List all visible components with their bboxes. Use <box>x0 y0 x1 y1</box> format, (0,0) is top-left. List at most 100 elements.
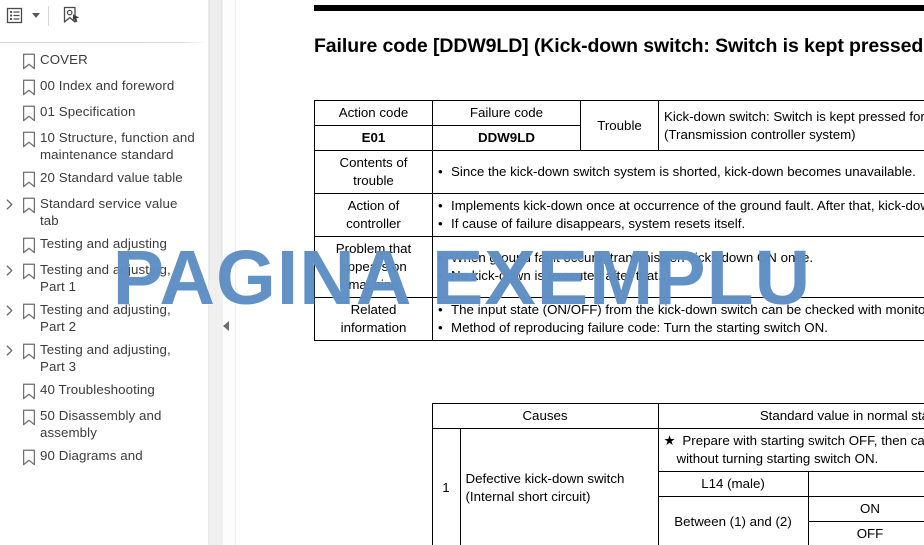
bookmark-glyph <box>22 409 36 426</box>
note-line-2: without turning starting switch ON. <box>676 451 879 466</box>
causes-and-standard-value-table: Causes Standard value in normal state/Re… <box>314 403 924 545</box>
bookmark-icon <box>18 103 40 122</box>
bookmark-item-7[interactable]: Testing and adjusting, Part 1 <box>0 258 208 298</box>
page-header-rule <box>314 5 924 11</box>
bookmark-icon <box>18 51 40 70</box>
bookmark-glyph <box>22 105 36 122</box>
bookmark-item-8[interactable]: Testing and adjusting, Part 2 <box>0 298 208 338</box>
related-bullet-1: The input state (ON/OFF) from the kick-d… <box>451 302 924 317</box>
twisty-spacer <box>0 103 18 107</box>
bookmark-item-12[interactable]: 90 Diagrams and <box>0 444 208 470</box>
pdf-viewer-window: COVER 00 Index and foreword 01 Specificati… <box>0 0 924 545</box>
bullet-dot: • <box>438 320 443 335</box>
bookmark-label: 00 Index and foreword <box>40 78 175 93</box>
bookmark-icon <box>18 235 40 254</box>
cell-connector-header: L14 (male) <box>657 471 809 497</box>
expand-toggle[interactable] <box>0 261 18 276</box>
bookmark-label: 01 Specification <box>40 104 136 119</box>
cell-action-code-value: E01 <box>314 125 433 151</box>
failure-code-summary-table: Action code Failure code Trouble Kick-do… <box>314 100 924 341</box>
chevron-down-icon[interactable] <box>26 3 46 29</box>
cell-switch-states: ON OFF <box>807 496 924 545</box>
chevron-right-icon <box>6 345 12 356</box>
chevron-right-icon <box>6 305 12 316</box>
state-off: OFF <box>856 526 884 541</box>
bullet-dot: • <box>438 216 443 231</box>
bookmark-glyph <box>22 197 36 214</box>
bookmark-glyph <box>22 303 36 320</box>
expand-toggle[interactable] <box>0 195 18 210</box>
bookmark-list[interactable]: COVER 00 Index and foreword 01 Specificati… <box>0 48 208 545</box>
bookmark-item-6[interactable]: Testing and adjusting <box>0 232 208 258</box>
chevron-left-icon <box>223 321 229 331</box>
twisty-spacer <box>0 129 18 133</box>
list-view-glyph <box>6 7 22 24</box>
bookmark-item-5[interactable]: Standard service value tab <box>0 192 208 232</box>
bookmark-glyph <box>22 131 36 148</box>
cell-pins: Between (1) and (2) <box>657 496 809 545</box>
collapse-sidebar-button[interactable] <box>219 318 233 334</box>
bookmark-item-9[interactable]: Testing and adjusting, Part 3 <box>0 338 208 378</box>
bookmark-icon <box>18 129 40 148</box>
bookmark-item-2[interactable]: 01 Specification <box>0 100 208 126</box>
twisty-spacer <box>0 77 18 81</box>
cell-blank-left <box>314 403 433 545</box>
bookmark-label: 10 Structure, function and maintenance s… <box>40 130 195 162</box>
cell-contents-of-trouble-label: Contents of trouble <box>314 150 433 194</box>
bookmark-icon <box>18 447 40 466</box>
document-page[interactable]: Failure code [DDW9LD] (Kick-down switch:… <box>236 0 924 545</box>
cell-failure-code-value: DDW9LD <box>432 125 581 151</box>
bullet-dot: • <box>438 164 443 179</box>
sidebar-scrollbar-thumb[interactable] <box>209 0 222 280</box>
expand-toggle[interactable] <box>0 301 18 316</box>
bookmark-glyph <box>22 263 36 280</box>
toolbar-separator <box>48 5 49 26</box>
bookmark-item-3[interactable]: 10 Structure, function and maintenance s… <box>0 126 208 166</box>
action-bullet-2: If cause of failure disappears, system r… <box>451 216 746 231</box>
bookmarks-sidebar: COVER 00 Index and foreword 01 Specificati… <box>0 0 208 545</box>
bookmark-glyph <box>22 343 36 360</box>
bullet-dot: • <box>438 302 443 317</box>
cell-related-information-label: Related information <box>314 297 433 341</box>
bookmark-icon <box>18 169 40 188</box>
problem-bullet-2: No kick-down is executed after that. <box>451 268 662 283</box>
chevron-right-icon <box>6 265 12 276</box>
cell-action-of-controller-label: Action of controller <box>314 193 433 237</box>
cell-problem-on-machine-value: • When ground fault occurs, transmission … <box>432 236 924 298</box>
bookmark-item-11[interactable]: 50 Disassembly and assembly <box>0 404 208 444</box>
bookmark-glyph <box>22 79 36 96</box>
table-row: Problem that appears on machine • When gr… <box>314 236 924 298</box>
bookmark-icon <box>18 195 40 214</box>
bookmark-icon <box>18 381 40 400</box>
bookmark-item-0[interactable]: COVER <box>0 48 208 74</box>
cell-action-of-controller-value: • Implements kick-down once at occurrence… <box>432 193 924 237</box>
bookmark-cursor-glyph <box>63 6 79 23</box>
bookmark-icon <box>18 261 40 280</box>
problem-bullet-1: When ground fault occurs, transmission k… <box>451 250 814 265</box>
related-bullet-2: Method of reproducing failure code: Turn… <box>451 320 828 335</box>
list-view-icon[interactable] <box>2 3 26 29</box>
bookmark-item-4[interactable]: 20 Standard value table <box>0 166 208 192</box>
bullet-dot: • <box>438 250 443 265</box>
chevron-right-icon <box>6 199 12 210</box>
cell-trouble-header: Trouble <box>580 100 659 151</box>
action-bullet-1: Implements kick-down once at occurrence … <box>451 198 924 213</box>
bookmark-glyph <box>22 171 36 188</box>
cell-contents-of-trouble-value: • Since the kick-down switch system is sh… <box>432 150 924 194</box>
twisty-spacer <box>0 169 18 173</box>
bookmark-label: COVER <box>40 52 88 67</box>
star-icon: ★ <box>663 433 676 448</box>
expand-toggle[interactable] <box>0 341 18 356</box>
bookmark-item-10[interactable]: 40 Troubleshooting <box>0 378 208 404</box>
bullet-dot: • <box>438 268 443 283</box>
page-title: Failure code [DDW9LD] (Kick-down switch:… <box>314 35 924 57</box>
bookmark-item-1[interactable]: 00 Index and foreword <box>0 74 208 100</box>
bookmark-icon <box>18 341 40 360</box>
toolbar-divider <box>0 42 206 43</box>
cell-related-information-value: • The input state (ON/OFF) from the kick-… <box>432 297 924 341</box>
bookmark-label: 40 Troubleshooting <box>40 382 155 397</box>
new-bookmark-icon[interactable] <box>55 3 85 29</box>
state-on: ON <box>808 497 924 522</box>
table-row: Contents of trouble • Since the kick-down… <box>314 150 924 194</box>
cause-line-1: Defective kick-down switch <box>465 470 625 486</box>
